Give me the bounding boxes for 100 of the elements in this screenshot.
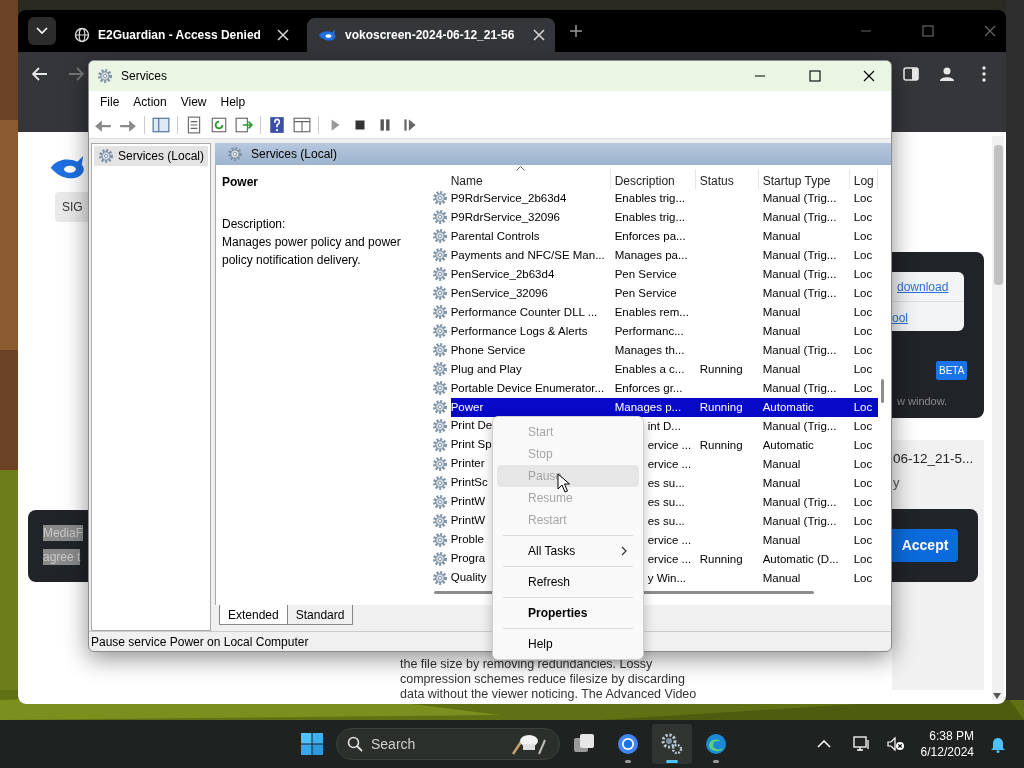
menu-item[interactable]: Refresh: [497, 571, 639, 593]
table-cell-text: Loc: [852, 570, 874, 586]
gear-icon: [431, 341, 448, 358]
menu-item[interactable]: Help: [497, 633, 639, 655]
table-cell-text: Manual: [761, 304, 802, 320]
table-cell-text: Manual: [761, 570, 802, 586]
gear-icon: [431, 360, 448, 377]
menu-item[interactable]: Help: [213, 90, 253, 113]
beta-badge: BETA: [936, 361, 968, 380]
link[interactable]: ool: [892, 309, 908, 327]
table-cell[interactable]: Portable Device Enumerator...: [450, 378, 611, 398]
tab-list-button[interactable]: [28, 17, 56, 45]
table-cell[interactable]: PrintW: [450, 492, 490, 509]
gear-icon: [431, 398, 448, 415]
table-cell-text: Loc: [852, 418, 874, 434]
more-menu-icon[interactable]: [982, 66, 986, 82]
notification-bell-icon[interactable]: [990, 735, 1006, 753]
console-tree-icon[interactable]: [152, 116, 170, 135]
table-cell-text: Loc: [852, 494, 874, 510]
taskbar-app[interactable]: [652, 724, 692, 764]
chef-hat-icon: [509, 732, 549, 756]
browser-tab[interactable]: vokoscreen-2024-06-12_21-56: [307, 18, 555, 52]
table-cell-text: Manual: [761, 532, 802, 548]
gear-icon: [431, 531, 448, 548]
table-cell[interactable]: Quality: [450, 568, 491, 585]
help-icon[interactable]: [268, 116, 286, 135]
service-name: Power: [222, 173, 259, 191]
window-title: Services: [121, 67, 168, 85]
profile-icon[interactable]: [939, 66, 955, 82]
table-cell[interactable]: Performance Counter DLL ...: [450, 302, 611, 322]
volume-muted-icon[interactable]: [886, 736, 905, 752]
column-header[interactable]: Log: [849, 168, 878, 189]
column-header[interactable]: Name: [431, 168, 611, 189]
table-cell[interactable]: PrintSc: [450, 473, 492, 490]
scrollbar-thumb[interactable]: [880, 378, 884, 403]
plus-icon[interactable]: [569, 24, 583, 38]
maximize-icon[interactable]: [809, 69, 821, 82]
table-cell-text: Automatic: [761, 437, 815, 453]
table-cell-text: Manual (Trig...: [761, 494, 838, 510]
table-cell[interactable]: PenService_2b63d4: [450, 264, 611, 284]
column-header[interactable]: Startup Type: [758, 168, 850, 189]
view-icon[interactable]: [293, 116, 311, 135]
scrollbar[interactable]: [992, 136, 1004, 700]
table-cell[interactable]: Plug and Play: [450, 359, 611, 379]
table-cell-text: y Win...: [646, 570, 688, 586]
table-cell-text: Loc: [852, 228, 874, 244]
table-cell[interactable]: Proble: [450, 530, 488, 547]
table-cell: Manages p...: [610, 397, 696, 417]
close-icon[interactable]: [863, 69, 875, 82]
link[interactable]: download: [897, 278, 949, 296]
export-list-icon[interactable]: [235, 116, 253, 135]
view-tab[interactable]: Extended: [219, 604, 288, 625]
table-cell-text: Enables trig...: [613, 209, 687, 225]
table-cell[interactable]: Payments and NFC/SE Man...: [450, 245, 611, 265]
table-cell: Loc: [849, 397, 878, 417]
table-cell-text: Pen Service: [613, 285, 678, 301]
refresh-icon[interactable]: [210, 116, 228, 135]
table-cell[interactable]: Phone Service: [450, 340, 611, 360]
clock[interactable]: 6:38 PM 6/12/2024: [920, 728, 974, 760]
clock-date: 6/12/2024: [920, 744, 974, 760]
column-header[interactable]: Description: [610, 168, 696, 189]
table-cell[interactable]: PenService_32096: [450, 283, 611, 303]
table-cell[interactable]: Printer: [450, 454, 489, 471]
table-cell[interactable]: Parental Controls: [450, 226, 611, 246]
gear-icon: [431, 474, 448, 491]
table-cell[interactable]: Progra: [450, 549, 490, 566]
menu-item[interactable]: View: [173, 90, 214, 113]
table-cell-text: Loc: [852, 247, 874, 263]
column-header[interactable]: Status: [695, 168, 759, 189]
tree-item[interactable]: Services (Local): [94, 145, 208, 166]
menu-item[interactable]: Properties: [497, 602, 639, 624]
table-cell[interactable]: Power: [450, 397, 611, 417]
menu-item[interactable]: Action: [126, 90, 174, 113]
menu-item[interactable]: File: [93, 90, 127, 113]
table-cell[interactable]: Print Sp: [450, 435, 496, 452]
menu-item[interactable]: All Tasks: [497, 540, 639, 562]
table-cell-text: Loc: [852, 266, 874, 282]
search-field[interactable]: Search: [336, 728, 560, 760]
table-cell[interactable]: Performance Logs & Alerts: [450, 321, 611, 341]
description-text: Manages power policy and power policy notification delivery.: [222, 233, 402, 269]
chevron-up-icon[interactable]: [816, 740, 831, 748]
properties-icon[interactable]: [185, 116, 203, 135]
table-cell[interactable]: Print De: [450, 416, 497, 433]
table-cell-text: Manual (Trig...: [761, 247, 838, 263]
table-cell[interactable]: P9RdrService_2b63d4: [450, 188, 611, 208]
sidebar-icon[interactable]: [903, 67, 919, 81]
table-cell[interactable]: P9RdrService_32096: [450, 207, 611, 227]
table-cell-text: Loc: [852, 437, 874, 453]
accept-button[interactable]: Accept: [892, 529, 958, 562]
header-button[interactable]: SIG: [55, 192, 88, 222]
table-cell-text: Loc: [852, 323, 874, 339]
back-arrow-icon[interactable]: [32, 67, 48, 81]
table-cell-text: Manual (Trig...: [761, 209, 838, 225]
network-icon[interactable]: [852, 736, 871, 752]
table-cell-text: Manual (Trig...: [761, 266, 838, 282]
table-cell-text: Running: [698, 551, 744, 567]
browser-tab[interactable]: E2Guardian - Access Denied: [64, 18, 299, 52]
scroll-down-icon[interactable]: [993, 693, 1001, 699]
table-cell[interactable]: PrintW: [450, 511, 490, 528]
forward-arrow-icon[interactable]: [68, 67, 84, 81]
